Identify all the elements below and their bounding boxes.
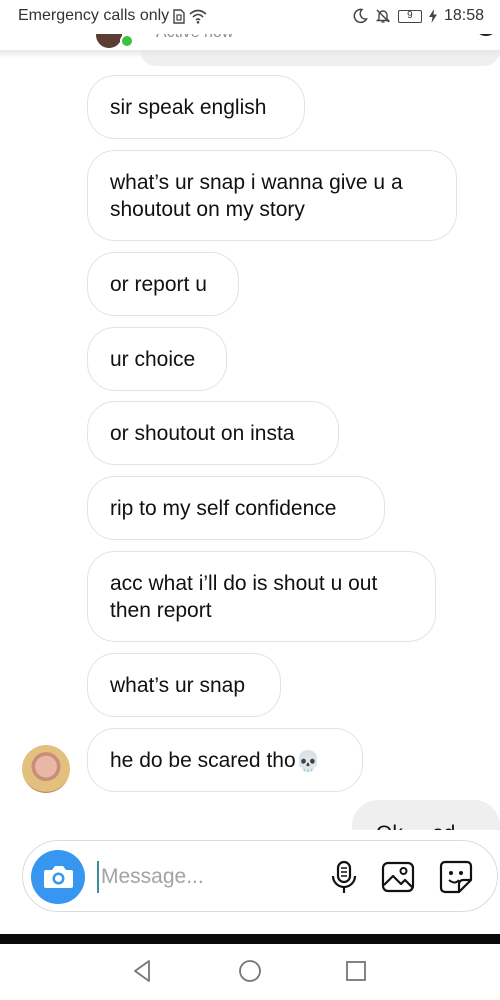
message-bubble[interactable]: or shoutout on insta [87,401,339,465]
message-bubble[interactable]: or report u [87,252,239,316]
wifi-icon [189,9,207,24]
message-text: acc what i’ll do is shout u out [110,572,378,595]
message-text: or shoutout on insta [110,422,295,445]
sticker-icon[interactable] [437,858,475,896]
message-text: he do be scared tho [110,749,296,772]
message-text: what’s ur snap [110,674,246,697]
message-text: shoutout on my story [110,198,305,221]
contact-avatar[interactable] [96,34,122,48]
mute-bell-icon [375,9,391,23]
online-indicator-icon [120,34,134,48]
message-text: ur choice [110,348,196,371]
gallery-icon[interactable] [379,858,417,896]
recents-icon[interactable] [343,958,369,984]
message-bubble[interactable]: acc what i’ll do is shout u out then rep… [87,551,436,642]
carrier-text: Emergency calls only [18,7,170,24]
message-input[interactable] [97,861,317,893]
clock-text: 18:58 [443,7,484,24]
message-text: what’s ur snap i wanna give u a [110,171,403,194]
system-nav-bar [0,944,500,1000]
status-bar-right: 9 18:58 [352,7,484,25]
message-bubble[interactable]: sir speak english [87,75,305,139]
message-composer [22,840,498,912]
message-bubble[interactable]: what’s ur snap [87,653,281,717]
message-text: or report u [110,273,207,296]
sender-avatar[interactable] [22,745,70,793]
home-icon[interactable] [237,958,263,984]
info-icon[interactable] [474,34,498,36]
message-bubble[interactable]: ur choice [87,327,227,391]
message-bubble[interactable]: he do be scared tho💀 [87,728,363,792]
status-bar: Emergency calls only 9 18:58 [0,0,500,34]
moon-icon [353,8,368,24]
camera-icon [44,866,73,888]
header-divider [0,50,500,58]
sim-icon [173,8,185,24]
sent-message-bubble[interactable]: Ok ... ed [352,800,500,830]
message-bubble[interactable]: what’s ur snap i wanna give u a shoutout… [87,150,457,241]
nav-bar-separator [0,934,500,944]
active-status: Active now [156,34,233,42]
message-text: then report [110,599,212,622]
back-icon[interactable] [130,958,156,984]
camera-button[interactable] [31,850,85,904]
message-text: rip to my self confidence [110,497,337,520]
message-bubble[interactable]: rip to my self confidence [87,476,385,540]
battery-icon: 9 [397,9,422,23]
message-text: sir speak english [110,96,267,119]
sent-message-text: Ok ... ed [376,822,455,830]
chat-header: Active now [0,34,500,50]
charging-icon [428,9,437,23]
skull-emoji: 💀 [295,751,321,773]
microphone-icon[interactable] [325,858,363,896]
status-bar-left: Emergency calls only [18,7,207,25]
